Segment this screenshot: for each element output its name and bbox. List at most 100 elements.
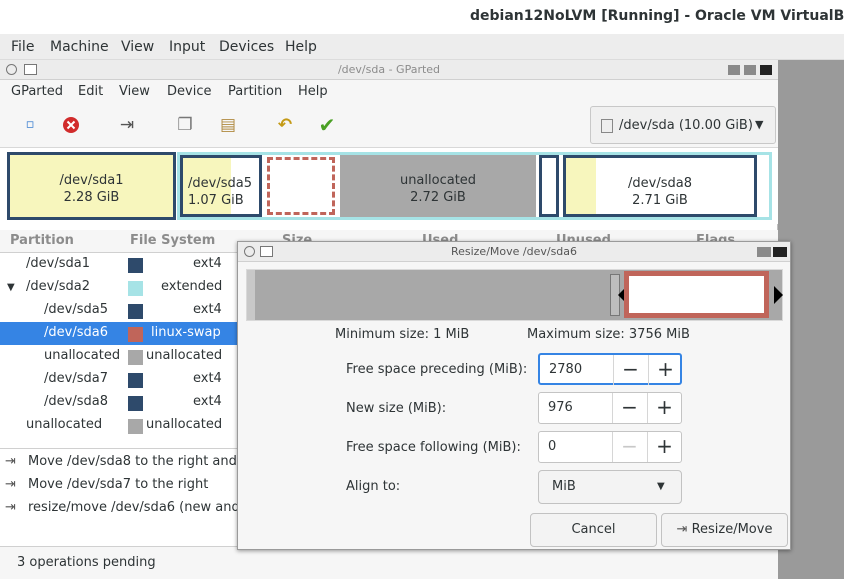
table-row[interactable]: ▼ /dev/sda2 extended xyxy=(0,276,238,299)
partition-name: unallocated xyxy=(26,417,103,432)
table-row[interactable]: /dev/sda5 ext4 xyxy=(0,299,238,322)
menu-gparted[interactable]: GParted xyxy=(11,84,63,99)
align-label: Align to: xyxy=(346,479,401,494)
plus-icon[interactable]: + xyxy=(647,393,681,423)
undo-icon[interactable]: ↶ xyxy=(274,114,296,136)
chevron-down-icon: ▼ xyxy=(657,481,665,492)
apply-icon[interactable]: ✔ xyxy=(316,114,338,136)
gparted-menu-bar: GParted Edit View Device Partition Help xyxy=(0,80,778,104)
partition-block[interactable] xyxy=(624,271,769,318)
menu-help[interactable]: Help xyxy=(298,84,328,99)
dialog-title: Resize/Move /dev/sda6 xyxy=(450,245,578,258)
plus-icon[interactable]: + xyxy=(647,432,681,462)
partition-name: /dev/sda8 xyxy=(44,394,108,409)
list-item[interactable]: ⇥ Move /dev/sda7 to the right xyxy=(0,474,238,497)
align-dropdown[interactable]: MiB ▼ xyxy=(538,470,682,504)
menu-device[interactable]: Device xyxy=(167,84,211,99)
menu-help[interactable]: Help xyxy=(285,39,317,55)
plus-icon[interactable]: + xyxy=(648,355,682,385)
table-row[interactable]: unallocated unallocated xyxy=(0,345,238,368)
table-row[interactable]: /dev/sda1 ext4 xyxy=(0,253,238,276)
menu-machine[interactable]: Machine xyxy=(50,39,109,55)
right-arrow-icon[interactable] xyxy=(774,286,783,304)
size-input[interactable]: 976 xyxy=(548,400,573,415)
map-unalloc-size: 2.72 GiB xyxy=(410,190,466,205)
partition-name: /dev/sda6 xyxy=(44,325,108,340)
host-menu-bar: File Machine View Input Devices Help xyxy=(0,34,844,60)
table-row[interactable]: /dev/sda7 ext4 xyxy=(0,368,238,391)
col-filesystem[interactable]: File System xyxy=(130,233,215,248)
partition-name: /dev/sda2 xyxy=(26,279,90,294)
min-size-label: Minimum size: 1 MiB xyxy=(335,327,470,342)
size-spinbox[interactable]: 976 − + xyxy=(538,392,682,424)
table-row[interactable]: unallocated unallocated xyxy=(0,414,238,437)
maximize-button[interactable] xyxy=(757,247,771,257)
device-label: /dev/sda (10.00 GiB) xyxy=(619,118,753,133)
fs-name: unallocated xyxy=(146,417,223,432)
menu-view[interactable]: View xyxy=(119,84,150,99)
map-sda1-size: 2.28 GiB xyxy=(63,190,120,205)
paste-icon[interactable]: ▤ xyxy=(217,114,239,136)
map-sda7[interactable] xyxy=(539,155,559,217)
list-item[interactable]: ⇥ Move /dev/sda8 to the right and xyxy=(0,451,238,474)
maximize-button[interactable] xyxy=(744,65,756,75)
resize-move-dialog: Resize/Move /dev/sda6 Minimum size: 1 Mi… xyxy=(237,241,791,550)
expander-icon[interactable]: ▼ xyxy=(7,282,15,293)
table-row[interactable]: /dev/sda8 ext4 xyxy=(0,391,238,414)
copy-icon[interactable]: ❐ xyxy=(174,114,196,136)
menu-view[interactable]: View xyxy=(121,39,154,55)
minus-icon[interactable]: − xyxy=(613,355,647,385)
preceding-spinbox[interactable]: 2780 − + xyxy=(538,353,682,385)
following-input[interactable]: 0 xyxy=(548,439,556,454)
host-window-title: debian12NoLVM [Running] - Oracle VM Virt… xyxy=(470,8,844,24)
minus-icon[interactable]: − xyxy=(612,393,646,423)
disk-icon xyxy=(601,119,613,133)
fs-name: ext4 xyxy=(193,394,222,409)
resize-move-icon[interactable]: ⇥ xyxy=(116,114,138,136)
device-selector[interactable]: /dev/sda (10.00 GiB) ▼ xyxy=(590,106,776,144)
table-row-selected[interactable]: /dev/sda6 linux-swap xyxy=(0,322,238,345)
new-partition-icon[interactable]: ▫ xyxy=(19,114,41,136)
cancel-button[interactable]: Cancel xyxy=(530,513,657,547)
close-button[interactable] xyxy=(760,65,772,75)
map-sda5[interactable]: /dev/sda5 1.07 GiB xyxy=(180,155,262,217)
menu-edit[interactable]: Edit xyxy=(78,84,103,99)
map-unallocated[interactable]: unallocated 2.72 GiB xyxy=(340,155,536,217)
menu-input[interactable]: Input xyxy=(169,39,205,55)
partition-name: /dev/sda1 xyxy=(26,256,90,271)
fs-name: ext4 xyxy=(193,371,222,386)
resize-visual[interactable] xyxy=(246,269,783,321)
menu-file[interactable]: File xyxy=(11,39,34,55)
minimize-button[interactable] xyxy=(728,65,740,75)
max-size-label: Maximum size: 3756 MiB xyxy=(527,327,690,342)
close-button[interactable] xyxy=(773,247,787,257)
map-sda8-name: /dev/sda8 xyxy=(628,176,692,191)
following-spinbox[interactable]: 0 − + xyxy=(538,431,682,463)
toolbar: ▫ ⇥ ❐ ▤ ↶ ✔ /dev/sda (10.00 GiB) ▼ xyxy=(0,104,778,148)
host-title-bar: debian12NoLVM [Running] - Oracle VM Virt… xyxy=(0,0,844,34)
map-extended[interactable]: /dev/sda5 1.07 GiB unallocated 2.72 GiB /d… xyxy=(177,152,772,220)
fs-color-swatch xyxy=(128,419,143,434)
fs-color-swatch xyxy=(128,258,143,273)
dialog-title-bar: Resize/Move /dev/sda6 xyxy=(238,242,790,262)
preceding-label: Free space preceding (MiB): xyxy=(346,362,528,377)
col-partition[interactable]: Partition xyxy=(10,233,74,248)
map-sda6[interactable] xyxy=(267,157,335,215)
minus-icon: − xyxy=(612,432,646,462)
menu-devices[interactable]: Devices xyxy=(219,39,274,55)
fs-name: ext4 xyxy=(193,302,222,317)
operation-text: Move /dev/sda8 to the right and xyxy=(28,454,237,469)
map-sda1[interactable]: /dev/sda1 2.28 GiB xyxy=(7,152,176,220)
resize-move-icon: ⇥ xyxy=(5,500,16,515)
status-text: 3 operations pending xyxy=(17,555,156,570)
resize-move-label: Resize/Move xyxy=(691,522,773,537)
resize-move-button[interactable]: ⇥ Resize/Move xyxy=(661,513,788,547)
menu-partition[interactable]: Partition xyxy=(228,84,282,99)
status-bar: 3 operations pending xyxy=(0,546,778,579)
partition-map: /dev/sda1 2.28 GiB /dev/sda5 1.07 GiB unal… xyxy=(0,148,778,224)
map-sda8[interactable]: /dev/sda8 2.71 GiB xyxy=(563,155,757,217)
list-item[interactable]: ⇥ resize/move /dev/sda6 (new and xyxy=(0,497,240,520)
delete-icon[interactable] xyxy=(60,114,82,136)
fs-color-swatch xyxy=(128,396,143,411)
preceding-input[interactable]: 2780 xyxy=(549,362,582,377)
